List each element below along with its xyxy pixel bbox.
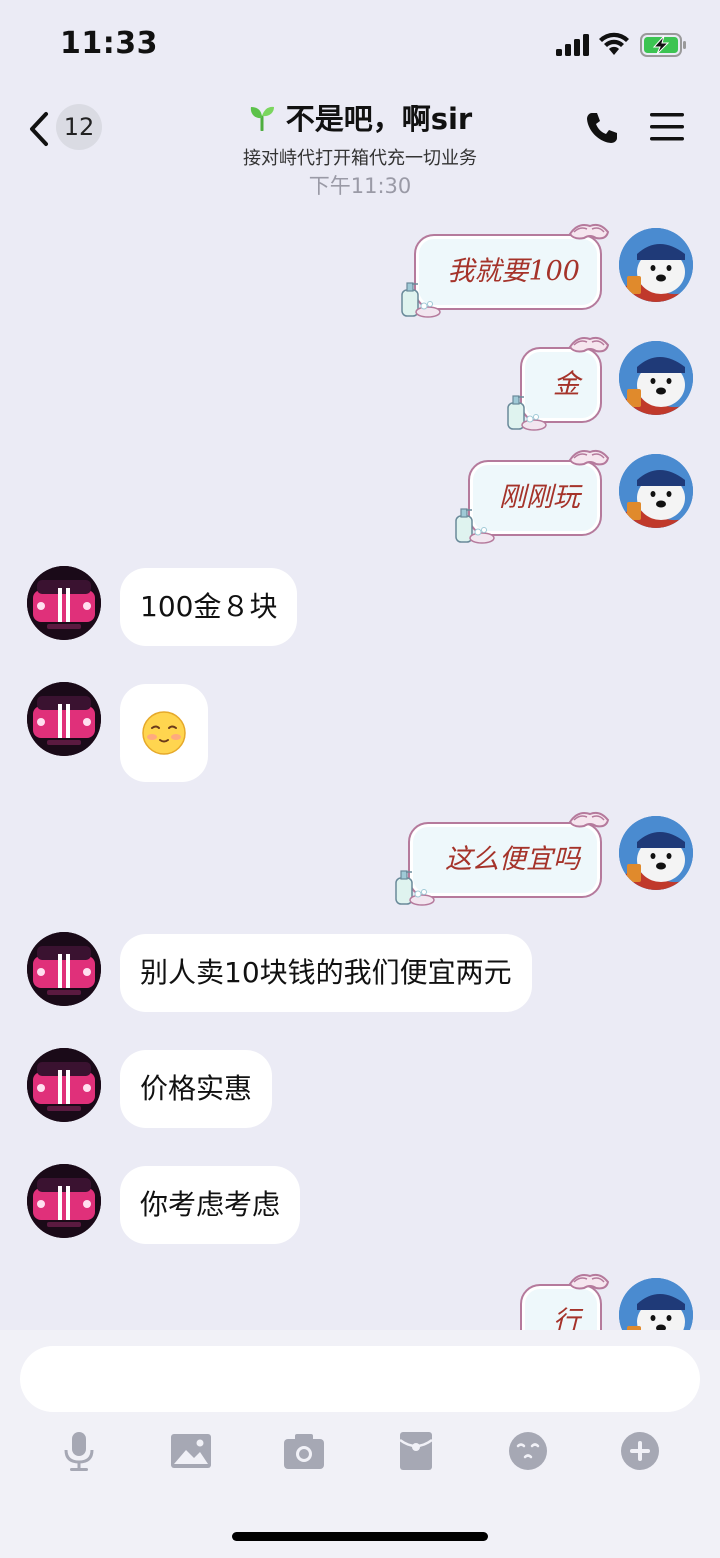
bottle-icon (507, 395, 547, 431)
mic-icon[interactable] (56, 1428, 102, 1474)
goggles-icon (569, 811, 609, 828)
smiley-emoji-icon (142, 711, 186, 755)
bottle-icon (401, 282, 441, 318)
contact-avatar[interactable] (27, 566, 101, 640)
chat-title: 不是吧，啊sir (285, 102, 473, 136)
goggles-icon (569, 336, 609, 353)
goggles-icon (569, 1273, 609, 1290)
message-input[interactable] (20, 1346, 700, 1412)
my-avatar[interactable] (619, 228, 693, 302)
text-bubble[interactable]: 价格实惠 (120, 1050, 273, 1128)
phone-icon[interactable] (584, 110, 620, 146)
signal-icon (556, 34, 589, 56)
text-bubble[interactable]: 别人卖10块钱的我们便宜两元 (120, 934, 532, 1012)
contact-avatar[interactable] (27, 932, 101, 1006)
plus-icon[interactable] (617, 1428, 663, 1474)
unread-count-badge[interactable]: 12 (56, 104, 102, 150)
red-packet-icon[interactable] (393, 1428, 439, 1474)
camera-icon[interactable] (281, 1428, 327, 1474)
chat-subtitle: 接对峙代打开箱代充一切业务 (243, 148, 477, 169)
my-avatar[interactable] (619, 1278, 693, 1330)
image-icon[interactable] (168, 1428, 214, 1474)
sticker-message[interactable]: 我就要100 (401, 223, 609, 318)
sticker-message[interactable]: 这么便宜吗 (395, 811, 609, 906)
contact-avatar[interactable] (27, 682, 101, 756)
goggles-icon (569, 449, 609, 466)
bottle-icon (455, 508, 495, 544)
my-avatar[interactable] (619, 816, 693, 890)
sticker-message[interactable]: 行 (514, 1273, 609, 1330)
text-bubble[interactable]: 你考虑考虑 (120, 1166, 301, 1244)
emoji-icon[interactable] (505, 1428, 551, 1474)
sticker-message[interactable]: 刚刚玩 (455, 449, 609, 544)
my-avatar[interactable] (619, 341, 693, 415)
chat-message-list[interactable]: 我就要100 金 刚刚玩 100金８块 这么便宜吗 别人卖10块钱的我们便宜两元… (0, 200, 720, 1330)
status-bar: 11:33 (0, 0, 720, 90)
text-bubble[interactable]: 100金８块 (120, 568, 298, 646)
menu-icon[interactable] (650, 112, 684, 142)
bottle-icon (395, 870, 435, 906)
home-indicator (232, 1532, 488, 1541)
composer (0, 1330, 720, 1558)
chat-title-block[interactable]: 不是吧，啊sir 接对峙代打开箱代充一切业务 (140, 96, 580, 170)
emoji-bubble[interactable] (120, 684, 208, 782)
sprout-icon (250, 106, 274, 131)
sticker-message[interactable]: 金 (507, 336, 609, 431)
battery-charging-icon (640, 33, 686, 57)
wifi-icon (599, 32, 629, 55)
contact-avatar[interactable] (27, 1164, 101, 1238)
message-timestamp: 下午11:30 (308, 174, 412, 198)
goggles-icon (569, 223, 609, 240)
back-chevron-icon[interactable] (26, 110, 52, 148)
status-time: 11:33 (60, 26, 158, 61)
chat-header: 12 不是吧，啊sir 接对峙代打开箱代充一切业务 (0, 90, 720, 170)
contact-avatar[interactable] (27, 1048, 101, 1122)
my-avatar[interactable] (619, 454, 693, 528)
